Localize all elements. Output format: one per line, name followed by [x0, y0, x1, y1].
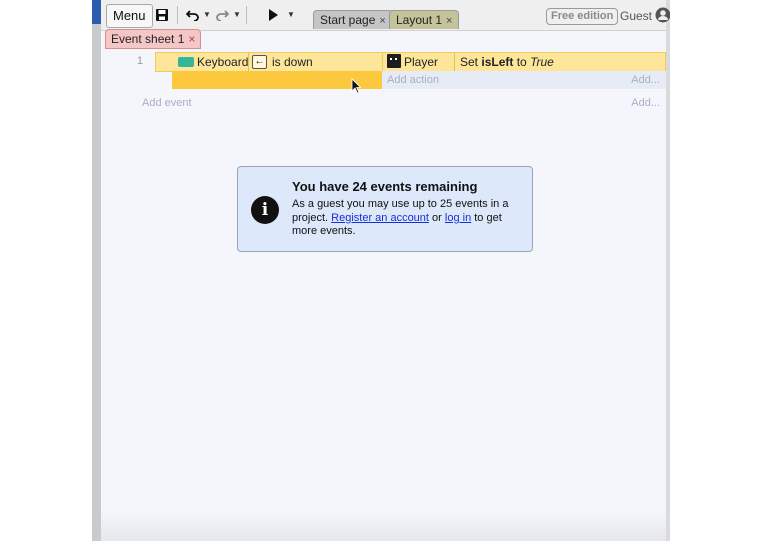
redo-dropdown-icon[interactable]: ▼ [233, 4, 241, 26]
login-link[interactable]: log in [445, 212, 471, 224]
tab-event-sheet-1[interactable]: Event sheet 1 × [105, 29, 202, 49]
app-right-edge [666, 0, 670, 541]
bottom-edge [101, 511, 666, 541]
event-sheet-editor: Menu ▼ ▼ ▼ Start page × Layout 1 × Free ed… [92, 0, 670, 541]
close-icon[interactable]: × [446, 15, 452, 27]
player-sprite-icon [387, 54, 401, 68]
notice-body: As a guest you may use up to 25 events i… [292, 198, 524, 239]
tab-start-page[interactable]: Start page × [313, 10, 393, 29]
tab-label: Start page [320, 13, 376, 27]
tab-layout-1[interactable]: Layout 1 × [389, 10, 460, 29]
add-event-more-link[interactable]: Add... [631, 97, 660, 109]
action-prefix: Set [460, 55, 482, 69]
condition-object: Keyboard [197, 55, 249, 69]
condition-block[interactable]: Keyboard ← is down [155, 52, 383, 72]
user-icon[interactable] [655, 7, 670, 23]
notice-text: or [428, 211, 445, 224]
undo-dropdown-icon[interactable]: ▼ [203, 4, 211, 26]
user-label[interactable]: Guest [620, 8, 652, 24]
add-more-link[interactable]: Add... [631, 71, 660, 89]
undo-icon[interactable] [185, 4, 201, 26]
main-toolbar: Menu ▼ ▼ ▼ Start page × Layout 1 × Free ed… [101, 0, 670, 31]
close-icon[interactable]: × [379, 15, 385, 27]
toolbar-separator [177, 6, 178, 24]
add-action-row[interactable]: Add action Add... [382, 71, 666, 89]
menu-button[interactable]: Menu [106, 4, 153, 28]
close-icon[interactable]: × [188, 32, 195, 46]
app-left-edge [92, 0, 101, 541]
play-icon[interactable] [266, 4, 280, 26]
event-row[interactable]: 1 Keyboard ← is down Player Set isLeft t… [137, 52, 666, 72]
tab-label: Event sheet 1 [111, 32, 185, 46]
action-object: Player [404, 55, 439, 69]
arrow-left-icon: ← [252, 55, 267, 69]
keyboard-icon [178, 57, 194, 67]
free-edition-badge[interactable]: Free edition [546, 8, 619, 25]
play-dropdown-icon[interactable]: ▼ [287, 4, 295, 26]
action-value: True [530, 55, 554, 69]
notice-title: You have 24 events remaining [292, 179, 478, 194]
register-link[interactable]: Register an account [331, 212, 429, 224]
condition-divider [248, 53, 249, 71]
action-block[interactable]: Player Set isLeft to True [382, 52, 666, 72]
action-divider [454, 53, 455, 71]
tab-label: Layout 1 [396, 13, 443, 27]
event-number: 1 [136, 55, 143, 67]
add-event-link[interactable]: Add event [142, 97, 192, 109]
condition-text: is down [272, 55, 313, 69]
toolbar-separator [246, 6, 247, 24]
action-variable: isLeft [481, 55, 514, 69]
save-icon[interactable] [153, 4, 171, 26]
add-action-link[interactable]: Add action [387, 71, 439, 89]
action-text: Set isLeft to True [460, 53, 554, 71]
mouse-cursor-icon [351, 78, 361, 94]
events-remaining-notice: i You have 24 events remaining As a gues… [237, 166, 533, 252]
app-left-accent [92, 0, 101, 24]
info-icon: i [251, 196, 279, 224]
action-mid: to [513, 55, 531, 69]
redo-icon[interactable] [214, 4, 230, 26]
